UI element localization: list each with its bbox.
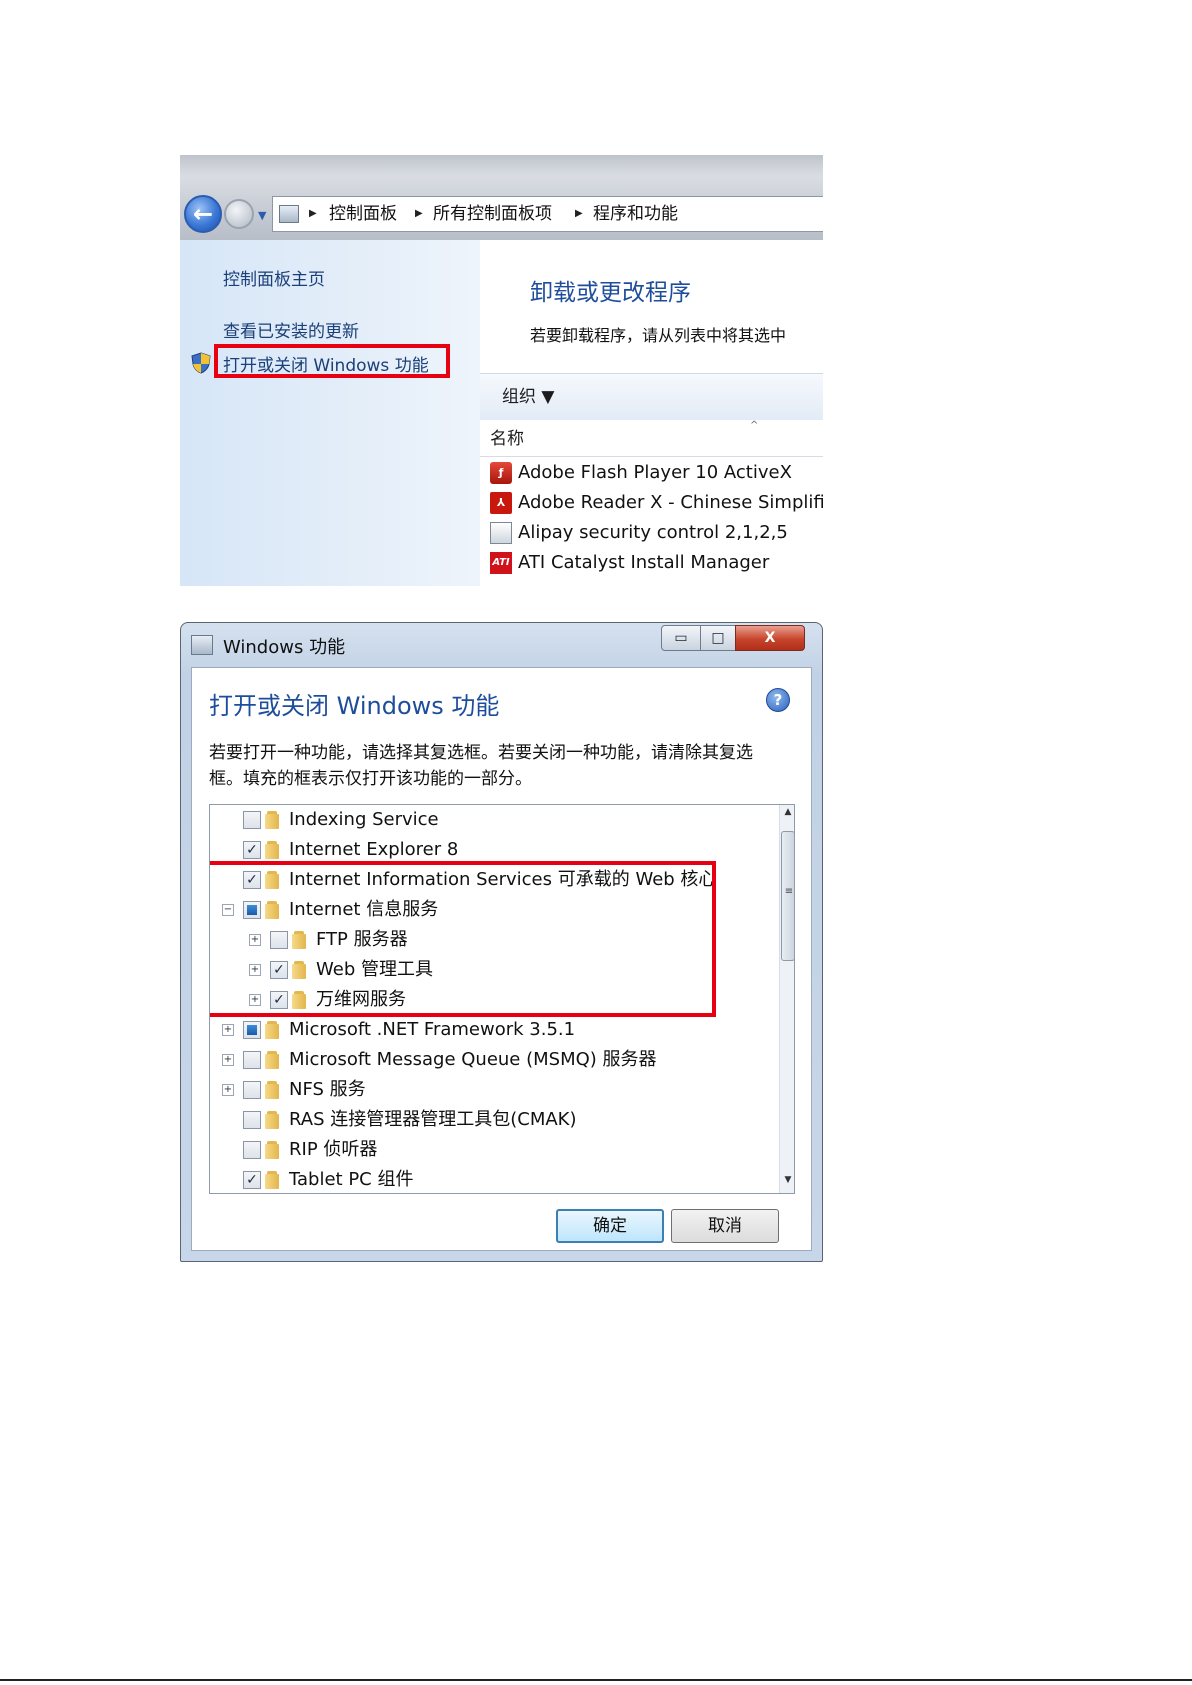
- ok-button[interactable]: 确定: [556, 1209, 664, 1243]
- column-header-name[interactable]: 名称: [490, 420, 524, 458]
- window-title: Windows 功能: [223, 637, 346, 658]
- uac-shield-icon: [191, 352, 211, 374]
- scroll-grip-icon: ≡: [784, 886, 794, 897]
- feature-row[interactable]: RIP 侦听器: [210, 1135, 770, 1165]
- program-name: Adobe Flash Player 10 ActiveX: [518, 462, 792, 483]
- feature-label: Tablet PC 组件: [289, 1169, 414, 1190]
- folder-icon: [261, 810, 281, 830]
- breadcrumb-all-items[interactable]: 所有控制面板项: [433, 197, 552, 231]
- feature-checkbox[interactable]: [243, 1021, 261, 1039]
- breadcrumb-separator-icon: ▶: [415, 208, 423, 219]
- feature-label: NFS 服务: [289, 1079, 366, 1100]
- folder-icon: [261, 1110, 281, 1130]
- folder-icon: [261, 840, 281, 860]
- feature-row[interactable]: + Microsoft .NET Framework 3.5.1: [210, 1015, 770, 1045]
- dialog-description-line: 若要打开一种功能，请选择其复选框。若要关闭一种功能，请清除其复选: [209, 743, 753, 763]
- windows-features-dialog: Windows 功能 ▭ □ X 打开或关闭 Windows 功能 ? 若要打开…: [180, 622, 823, 1262]
- programs-pane: 卸载或更改程序 若要卸载程序，请从列表中将其选中 组织 ▼ 名称 ^ ƒ Ado…: [480, 240, 823, 586]
- feature-row[interactable]: + NFS 服务: [210, 1075, 770, 1105]
- feature-row[interactable]: + Microsoft Message Queue (MSMQ) 服务器: [210, 1045, 770, 1075]
- breadcrumb-control-panel[interactable]: 控制面板: [329, 197, 397, 231]
- address-bar-area: ← ▼ ▶ 控制面板 ▶ 所有控制面板项 ▶ 程序和功能: [180, 155, 823, 240]
- breadcrumb-separator-icon: ▶: [575, 208, 583, 219]
- control-panel-screenshot: ← ▼ ▶ 控制面板 ▶ 所有控制面板项 ▶ 程序和功能 控制面板主页 查看已安…: [180, 155, 823, 586]
- feature-checkbox[interactable]: [243, 1111, 261, 1129]
- window-icon: [191, 635, 213, 655]
- sidebar: 控制面板主页 查看已安装的更新 打开或关闭 Windows 功能: [180, 240, 480, 586]
- program-name: Alipay security control 2,1,2,5: [518, 522, 788, 543]
- breadcrumb-separator-icon: ▶: [309, 208, 317, 219]
- feature-checkbox[interactable]: ✓: [243, 1171, 261, 1189]
- feature-checkbox[interactable]: [243, 1051, 261, 1069]
- program-row[interactable]: ƒ Adobe Flash Player 10 ActiveX: [490, 458, 823, 488]
- adobe-reader-icon: ⅄: [490, 492, 512, 514]
- scroll-down-icon[interactable]: ▼: [780, 1175, 794, 1185]
- highlight-box: [210, 861, 716, 1017]
- back-arrow-icon: ←: [192, 200, 214, 228]
- folder-icon: [261, 1020, 281, 1040]
- help-icon[interactable]: ?: [766, 688, 790, 712]
- maximize-icon: □: [711, 630, 725, 646]
- expand-icon[interactable]: +: [222, 1024, 234, 1036]
- ati-icon: ATI: [490, 552, 512, 574]
- page-title: 卸载或更改程序: [530, 280, 691, 306]
- program-row[interactable]: ATI ATI Catalyst Install Manager: [490, 548, 823, 578]
- folder-icon: [261, 1080, 281, 1100]
- scroll-up-icon[interactable]: ▲: [780, 807, 794, 817]
- feature-label: Indexing Service: [289, 809, 439, 830]
- program-icon: [490, 522, 512, 544]
- breadcrumb-programs[interactable]: 程序和功能: [593, 197, 678, 231]
- program-name: Adobe Reader X - Chinese Simplifi: [518, 492, 823, 513]
- dialog-body: 打开或关闭 Windows 功能 ? 若要打开一种功能，请选择其复选框。若要关闭…: [191, 667, 812, 1251]
- maximize-button[interactable]: □: [700, 625, 736, 651]
- feature-label: Microsoft Message Queue (MSMQ) 服务器: [289, 1049, 657, 1070]
- feature-checkbox[interactable]: [243, 1081, 261, 1099]
- feature-row[interactable]: Indexing Service: [210, 805, 770, 835]
- feature-row[interactable]: RAS 连接管理器管理工具包(CMAK): [210, 1105, 770, 1135]
- folder-icon: [261, 1140, 281, 1160]
- feature-label: RIP 侦听器: [289, 1139, 378, 1160]
- close-icon: X: [764, 630, 776, 646]
- vertical-scrollbar[interactable]: ▲ ≡ ▼: [779, 805, 794, 1193]
- highlight-box: [214, 344, 450, 378]
- features-tree: Indexing Service ✓ Internet Explorer 8 ✓ Int…: [209, 804, 795, 1194]
- sidebar-link-home[interactable]: 控制面板主页: [223, 265, 325, 290]
- feature-checkbox[interactable]: ✓: [243, 841, 261, 859]
- history-dropdown-icon[interactable]: ▼: [258, 209, 266, 222]
- dialog-description-line: 框。填充的框表示仅打开该功能的一部分。: [209, 769, 532, 789]
- feature-checkbox[interactable]: [243, 811, 261, 829]
- address-box[interactable]: ▶ 控制面板 ▶ 所有控制面板项 ▶ 程序和功能: [272, 196, 823, 232]
- page-bottom-rule: [0, 1679, 1192, 1681]
- forward-button[interactable]: [224, 199, 254, 229]
- sidebar-link-updates[interactable]: 查看已安装的更新: [223, 317, 359, 342]
- column-header[interactable]: 名称 ^: [480, 420, 823, 457]
- minimize-icon: ▭: [674, 630, 688, 646]
- expand-icon[interactable]: +: [222, 1054, 234, 1066]
- page-description: 若要卸载程序，请从列表中将其选中: [530, 326, 787, 345]
- feature-label: Microsoft .NET Framework 3.5.1: [289, 1019, 576, 1040]
- minimize-button[interactable]: ▭: [661, 625, 701, 651]
- program-row[interactable]: Alipay security control 2,1,2,5: [490, 518, 823, 548]
- feature-row[interactable]: ✓ Tablet PC 组件: [210, 1165, 770, 1193]
- folder-icon: [261, 1170, 281, 1190]
- close-button[interactable]: X: [735, 625, 805, 651]
- feature-label: RAS 连接管理器管理工具包(CMAK): [289, 1109, 577, 1130]
- cancel-button[interactable]: 取消: [671, 1209, 779, 1243]
- expand-icon[interactable]: +: [222, 1084, 234, 1096]
- control-panel-icon: [279, 205, 299, 223]
- dialog-heading: 打开或关闭 Windows 功能: [209, 692, 500, 720]
- program-row[interactable]: ⅄ Adobe Reader X - Chinese Simplifi: [490, 488, 823, 518]
- organize-menu-button[interactable]: 组织 ▼: [502, 374, 554, 420]
- back-button[interactable]: ←: [184, 195, 222, 233]
- sort-ascending-icon: ^: [750, 420, 759, 431]
- flash-icon: ƒ: [490, 462, 512, 484]
- toolbar: 组织 ▼: [480, 373, 823, 421]
- folder-icon: [261, 1050, 281, 1070]
- feature-checkbox[interactable]: [243, 1141, 261, 1159]
- program-name: ATI Catalyst Install Manager: [518, 552, 770, 573]
- scroll-thumb[interactable]: ≡: [781, 831, 794, 961]
